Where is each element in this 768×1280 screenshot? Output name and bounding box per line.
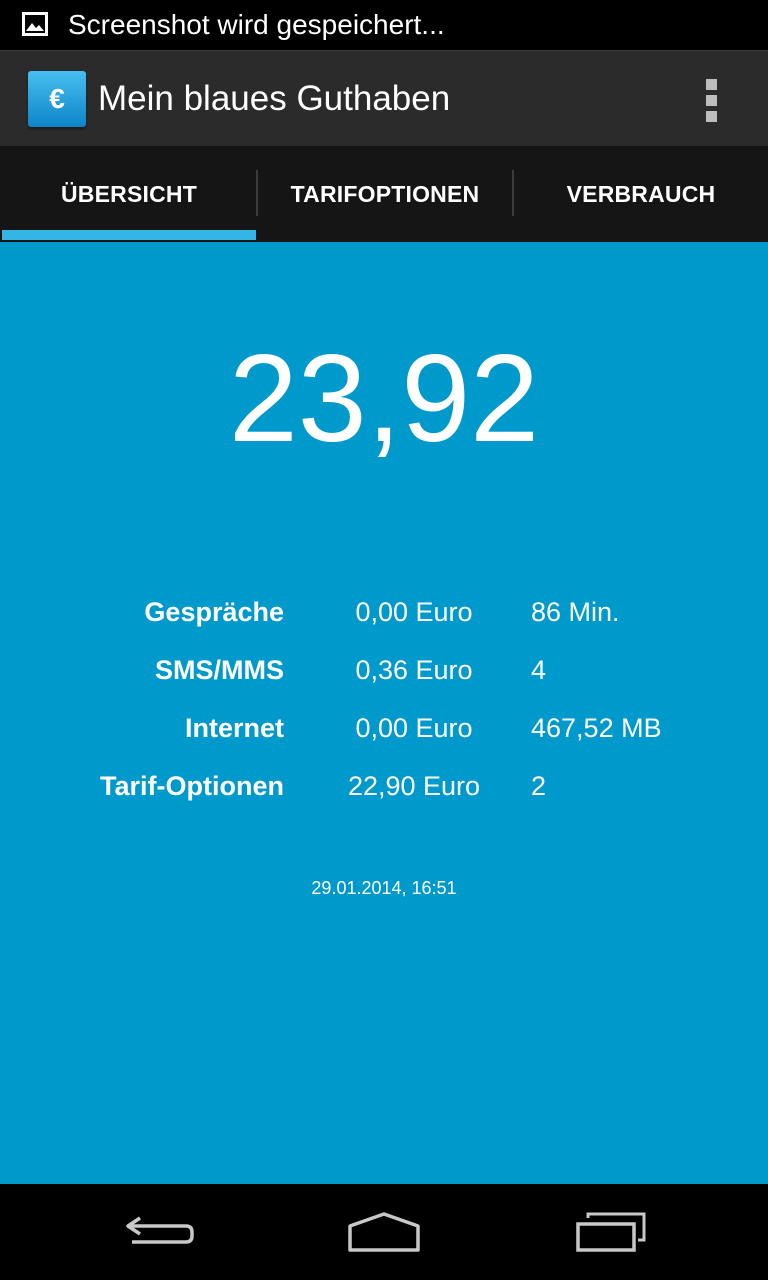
app-icon[interactable]: € <box>28 71 86 127</box>
more-vert-icon[interactable] <box>690 71 734 127</box>
usage-amount: 22,90 Euro <box>347 771 481 801</box>
usage-row-sms-mms: SMS/MMS 0,36 Euro 4 <box>0 650 768 690</box>
usage-label: SMS/MMS <box>154 655 284 685</box>
tab-bar: ÜBERSICHT TARIFOPTIONEN VERBRAUCH <box>0 146 768 242</box>
usage-label: Tarif-Optionen <box>100 771 284 801</box>
usage-row-gespraeche: Gespräche 0,00 Euro 86 Min. <box>0 592 768 632</box>
navigation-bar <box>0 1184 768 1280</box>
usage-row-internet: Internet 0,00 Euro 467,52 MB <box>0 708 768 748</box>
tab-verbrauch[interactable]: VERBRAUCH <box>514 146 768 242</box>
back-icon[interactable] <box>110 1200 210 1264</box>
selected-tab-indicator <box>2 230 256 240</box>
usage-amount: 0,36 Euro <box>355 655 473 685</box>
usage-label: Gespräche <box>144 597 284 627</box>
usage-quantity: 86 Min. <box>531 597 620 627</box>
usage-quantity: 4 <box>531 655 547 685</box>
usage-label: Internet <box>184 713 284 743</box>
home-icon[interactable] <box>334 1200 434 1264</box>
balance-value: 23,92 <box>228 330 540 468</box>
last-updated-timestamp: 29.01.2014, 16:51 <box>311 878 457 898</box>
recent-apps-icon[interactable] <box>560 1200 660 1264</box>
action-bar: € Mein blaues Guthaben <box>0 50 768 146</box>
usage-amount: 0,00 Euro <box>355 713 473 743</box>
usage-quantity: 2 <box>531 771 547 801</box>
image-icon <box>22 12 48 36</box>
notification-text: Screenshot wird gespeichert... <box>68 9 445 40</box>
app-title: Mein blaues Guthaben <box>98 79 451 118</box>
overview-panel: 23,92 Gespräche 0,00 Euro 86 Min. SMS/MM… <box>0 242 768 1184</box>
usage-row-tarif-optionen: Tarif-Optionen 22,90 Euro 2 <box>0 766 768 806</box>
tab-uebersicht[interactable]: ÜBERSICHT <box>2 146 256 242</box>
status-bar: Screenshot wird gespeichert... <box>0 0 768 50</box>
usage-amount: 0,00 Euro <box>355 597 473 627</box>
tab-tarifoptionen[interactable]: TARIFOPTIONEN <box>258 146 512 242</box>
usage-quantity: 467,52 MB <box>531 713 662 743</box>
